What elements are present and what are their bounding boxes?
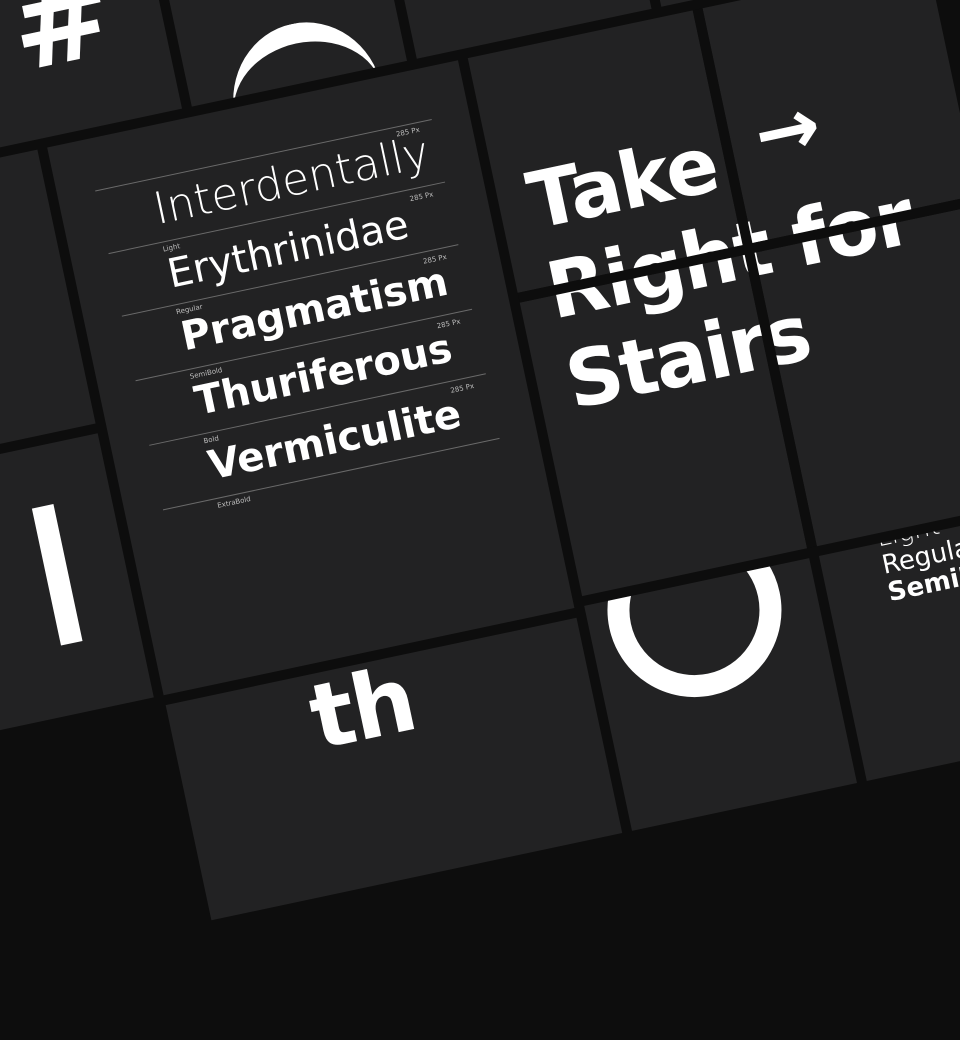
fragment-text: th [300, 646, 424, 771]
ring-tile [584, 558, 857, 831]
size-label: 285 Px [409, 190, 435, 204]
hash-symbol: # [0, 0, 124, 100]
tile-grid: # 285 Px Interdentally Light 285 Px Eryt… [0, 0, 960, 1040]
vertical-bar-shape [31, 504, 83, 646]
